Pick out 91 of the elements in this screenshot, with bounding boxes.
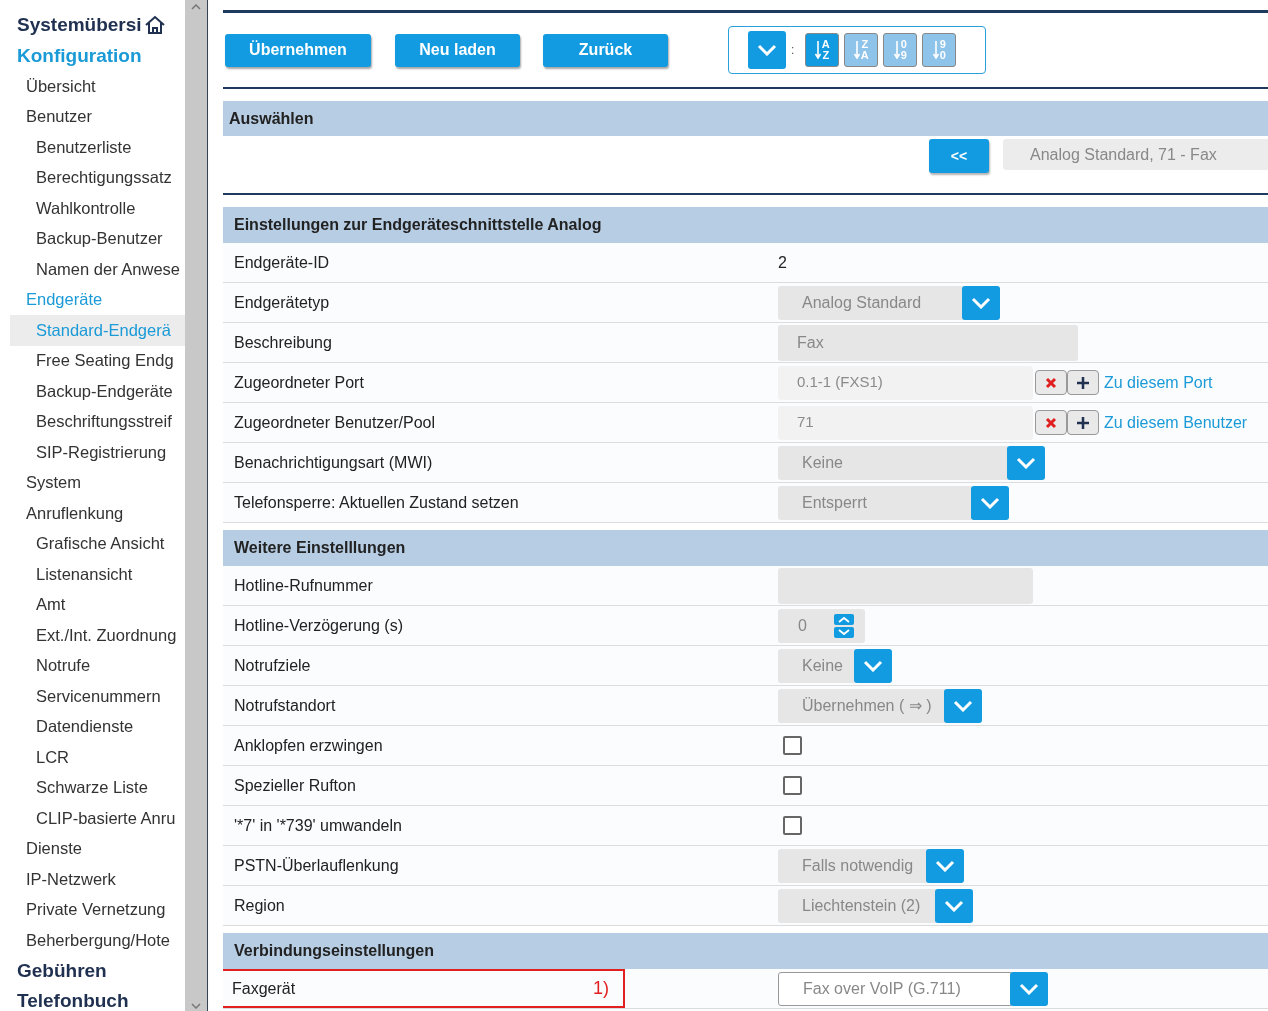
checkbox[interactable] bbox=[783, 816, 802, 835]
sidebar-item[interactable]: Anruflenkung bbox=[10, 498, 185, 529]
dropdown-button[interactable] bbox=[935, 888, 973, 923]
sidebar-item[interactable]: Datendienste bbox=[10, 711, 185, 742]
sidebar-item[interactable]: Telefonbuch bbox=[10, 986, 185, 1011]
down-arrow-icon bbox=[853, 40, 860, 60]
sidebar-item[interactable]: Gebühren bbox=[10, 955, 185, 986]
field-label: Endgerätetyp bbox=[234, 292, 330, 313]
field-label: Notrufstandort bbox=[234, 695, 336, 716]
checkbox[interactable] bbox=[783, 776, 802, 795]
field-label: Zugeordneter Benutzer/Pool bbox=[234, 412, 435, 433]
sidebar-item[interactable]: Benutzer bbox=[10, 101, 185, 132]
section-header: Einstellungen zur Endgeräteschnittstelle Analog bbox=[223, 207, 1268, 243]
chevron-icon bbox=[980, 496, 1000, 509]
field-label: Zugeordneter Port bbox=[234, 372, 364, 393]
field-label: Anklopfen erzwingen bbox=[234, 735, 383, 756]
remove-button[interactable] bbox=[1035, 410, 1067, 435]
section-header: Auswählen bbox=[223, 101, 1268, 136]
sidebar-item[interactable]: Grafische Ansicht bbox=[10, 528, 185, 559]
dropdown-button[interactable] bbox=[944, 688, 982, 723]
sidebar-item[interactable]: System bbox=[10, 467, 185, 498]
remove-button[interactable] bbox=[1035, 370, 1067, 395]
sidebar-item[interactable]: Private Vernetzung bbox=[10, 894, 185, 925]
sidebar-item[interactable]: Benutzerliste bbox=[10, 132, 185, 163]
checkbox[interactable] bbox=[783, 736, 802, 755]
sidebar-item[interactable]: Schwarze Liste bbox=[10, 772, 185, 803]
close-icon bbox=[1045, 416, 1057, 429]
sidebar-item[interactable]: Beschriftungsstreif bbox=[10, 406, 185, 437]
dropdown-field[interactable]: Fax over VoIP (G.711) bbox=[778, 971, 1013, 1006]
sidebar-item[interactable]: Wahlkontrolle bbox=[10, 193, 185, 224]
sidebar-item[interactable]: Namen der Anwese bbox=[10, 254, 185, 285]
sidebar-item[interactable]: Übersicht bbox=[10, 71, 185, 102]
dropdown-button[interactable] bbox=[1010, 971, 1048, 1006]
sidebar-item[interactable]: Free Seating Endg bbox=[10, 345, 185, 376]
chevron-icon bbox=[935, 859, 955, 872]
sidebar-item[interactable]: LCR bbox=[10, 742, 185, 773]
field-label: Benachrichtigungsart (MWI) bbox=[234, 452, 433, 473]
plus-icon bbox=[1076, 375, 1090, 390]
sidebar-item[interactable]: Servicenummern bbox=[10, 681, 185, 712]
section-header: Weitere Einstelllungen bbox=[223, 530, 1268, 566]
scrollbar[interactable] bbox=[185, 0, 207, 1011]
chevron-icon bbox=[971, 296, 991, 309]
separator-text: : bbox=[791, 42, 795, 59]
field-label: Notrufziele bbox=[234, 655, 311, 676]
field-label: Spezieller Rufton bbox=[234, 775, 356, 796]
sidebar-item[interactable]: Systemübersi bbox=[10, 10, 185, 41]
close-icon bbox=[1045, 376, 1057, 389]
sidebar-item[interactable]: SIP-Registrierung bbox=[10, 437, 185, 468]
dropdown-button[interactable] bbox=[926, 848, 964, 883]
sidebar-item[interactable]: Backup-Benutzer bbox=[10, 223, 185, 254]
chevron-icon bbox=[757, 44, 777, 56]
chevron-icon bbox=[1016, 456, 1036, 469]
field-label: '*7' in '*739' umwandeln bbox=[234, 815, 402, 836]
sidebar-item[interactable]: Dienste bbox=[10, 833, 185, 864]
dropdown-button[interactable] bbox=[1007, 445, 1045, 480]
sidebar-item[interactable]: Amt bbox=[10, 589, 185, 620]
chevron-icon bbox=[1019, 982, 1039, 995]
section-header: Verbindungseinstellungen bbox=[223, 933, 1268, 969]
sidebar-item[interactable]: Notrufe bbox=[10, 650, 185, 681]
sidebar-item[interactable]: Ext./Int. Zuordnung bbox=[10, 620, 185, 651]
field-label: PSTN-Überlauflenkung bbox=[234, 855, 399, 876]
field-label: Region bbox=[234, 895, 285, 916]
callout-number: 1) bbox=[593, 977, 609, 1000]
sidebar-item[interactable]: Listenansicht bbox=[10, 559, 185, 590]
dropdown-button[interactable] bbox=[748, 31, 786, 69]
field-label: Hotline-Rufnummer bbox=[234, 575, 373, 596]
field-label: Faxgerät bbox=[232, 978, 296, 999]
sidebar-item[interactable]: Beherbergung/Hote bbox=[10, 925, 185, 956]
dropdown-button[interactable] bbox=[962, 285, 1000, 320]
down-arrow-icon bbox=[814, 40, 821, 60]
down-arrow-icon bbox=[932, 40, 939, 60]
home-icon[interactable] bbox=[143, 15, 166, 36]
sidebar-item[interactable]: CLIP-basierte Anru bbox=[10, 803, 185, 834]
spinner-arrows-icon[interactable] bbox=[833, 613, 854, 638]
chevron-icon bbox=[944, 899, 964, 912]
add-button[interactable] bbox=[1067, 370, 1099, 395]
sidebar-item[interactable]: Backup-Endgeräte bbox=[10, 376, 185, 407]
add-button[interactable] bbox=[1067, 410, 1099, 435]
plus-icon bbox=[1076, 415, 1090, 430]
field-label: Telefonsperre: Aktuellen Zustand setzen bbox=[234, 492, 519, 513]
field-value: 2 bbox=[778, 252, 787, 273]
sidebar-item[interactable]: Berechtigungssatz bbox=[10, 162, 185, 193]
field-label: Hotline-Verzögerung (s) bbox=[234, 615, 403, 636]
dropdown-button[interactable] bbox=[854, 648, 892, 683]
field-label: Beschreibung bbox=[234, 332, 332, 353]
down-arrow-icon bbox=[893, 40, 900, 60]
chevron-icon bbox=[953, 699, 973, 712]
dropdown-button[interactable] bbox=[971, 485, 1009, 520]
sidebar-item[interactable]: IP-Netzwerk bbox=[10, 864, 185, 895]
field-label: Endgeräte-ID bbox=[234, 252, 330, 273]
chevron-icon bbox=[863, 659, 883, 672]
